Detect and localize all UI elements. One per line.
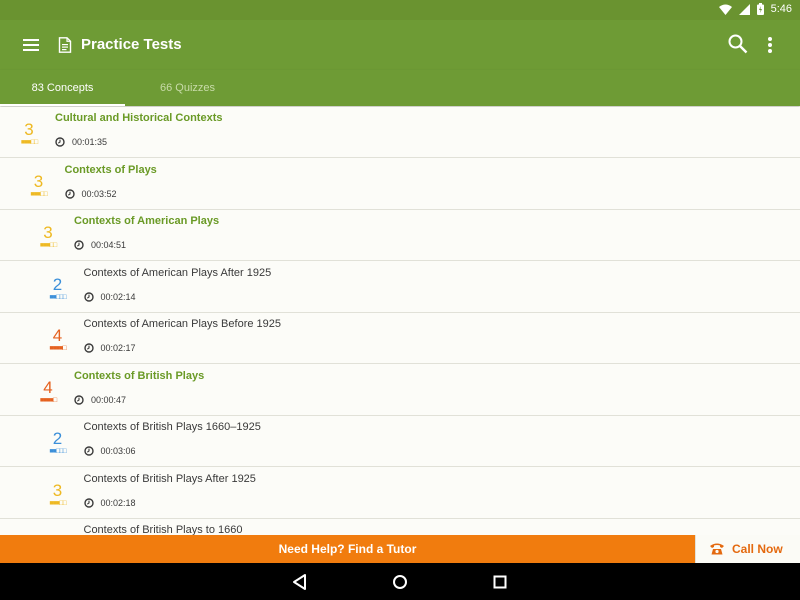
difficulty-indicator: 4 ■■■■□ [43, 327, 73, 352]
tab-concepts[interactable]: 83 Concepts [0, 70, 125, 106]
difficulty-indicator: 2 ■■□□□ [43, 276, 73, 301]
concept-row[interactable]: Contexts of British Plays to 1660 [0, 519, 800, 535]
concept-duration: 00:03:06 [83, 446, 136, 456]
call-now-button[interactable]: Call Now [695, 535, 800, 563]
phone-icon [710, 543, 724, 555]
concept-duration: 00:02:17 [83, 343, 136, 353]
difficulty-dots: ■■■□□ [30, 191, 47, 198]
more-options-button[interactable] [764, 34, 776, 61]
clock-icon [83, 292, 94, 302]
duration-text: 00:02:17 [100, 343, 136, 353]
status-icons: 5:46 [718, 3, 792, 15]
concept-row[interactable]: 2 ■■□□□ Contexts of American Plays After 1… [0, 262, 800, 313]
more-vert-icon [768, 37, 772, 53]
concept-title: Contexts of Plays [64, 164, 157, 176]
difficulty-dots: ■■■□□ [39, 242, 57, 249]
concept-duration: 00:02:18 [83, 498, 136, 508]
concept-duration: 00:01:35 [55, 137, 107, 147]
recents-button[interactable] [490, 572, 510, 592]
concept-list[interactable]: 3 ■■■□□ Cultural and Historical Contexts 00… [0, 107, 800, 535]
difficulty-dots: ■■■■□ [39, 397, 57, 404]
tab-quizzes[interactable]: 66 Quizzes [125, 70, 250, 106]
tab-bar: 83 Concepts 66 Quizzes [0, 70, 800, 106]
concept-duration: 00:02:14 [83, 292, 136, 302]
document-icon [58, 37, 72, 53]
clock-icon [74, 395, 84, 405]
difficulty-dots: ■■□□□ [49, 294, 66, 301]
clock-icon [64, 189, 75, 199]
duration-text: 00:02:18 [100, 498, 136, 508]
duration-text: 00:00:47 [91, 395, 127, 405]
concept-title: Contexts of British Plays [74, 370, 205, 382]
difficulty-level: 3 [33, 172, 44, 191]
difficulty-dots: ■■□□□ [49, 448, 66, 455]
difficulty-indicator: 3 ■■■□□ [33, 224, 63, 249]
clock-icon [83, 343, 94, 353]
home-icon [393, 575, 407, 589]
status-time: 5:46 [770, 3, 792, 15]
page-title: Practice Tests [81, 36, 182, 53]
back-button[interactable] [290, 572, 310, 592]
navigation-bar [0, 563, 800, 600]
menu-icon [23, 39, 39, 51]
difficulty-indicator: 3 ■■■□□ [14, 121, 44, 146]
back-icon [293, 574, 306, 590]
duration-text: 00:03:06 [100, 446, 136, 456]
concept-title: Contexts of British Plays 1660–1925 [83, 421, 261, 433]
difficulty-dots: ■■■□□ [49, 500, 66, 507]
battery-icon [756, 3, 764, 15]
tab-indicator [0, 104, 125, 106]
search-button[interactable] [727, 33, 749, 60]
difficulty-dots: ■■■■□ [49, 345, 66, 352]
wifi-icon [718, 4, 732, 15]
concept-duration: 00:00:47 [74, 395, 126, 405]
search-icon [728, 34, 748, 54]
difficulty-level: 2 [52, 429, 63, 448]
clock-icon [74, 240, 84, 250]
concept-row[interactable]: 3 ■■■□□ Contexts of Plays 00:03:52 [0, 159, 800, 210]
duration-text: 00:01:35 [72, 137, 108, 147]
find-tutor-button[interactable]: Need Help? Find a Tutor [0, 535, 695, 563]
concept-title: Contexts of American Plays After 1925 [83, 267, 272, 279]
difficulty-level: 4 [52, 326, 63, 345]
difficulty-indicator: 4 ■■■■□ [33, 379, 63, 404]
concept-title: Cultural and Historical Contexts [55, 112, 223, 124]
menu-button[interactable] [20, 34, 42, 56]
concept-duration: 00:04:51 [74, 240, 126, 250]
difficulty-level: 3 [24, 120, 34, 139]
difficulty-level: 4 [43, 378, 53, 397]
difficulty-level: 3 [52, 481, 63, 500]
call-now-label: Call Now [732, 542, 783, 556]
cell-signal-icon [738, 3, 750, 15]
difficulty-indicator: 2 ■■□□□ [43, 430, 73, 455]
concept-duration: 00:03:52 [64, 189, 117, 199]
difficulty-level: 2 [52, 275, 63, 294]
difficulty-dots: ■■■□□ [20, 139, 38, 146]
home-button[interactable] [390, 572, 410, 592]
duration-text: 00:04:51 [91, 240, 127, 250]
clock-icon [83, 446, 94, 456]
status-bar: 5:46 [0, 0, 800, 20]
concept-row[interactable]: 3 ■■■□□ Contexts of British Plays After 19… [0, 468, 800, 519]
difficulty-indicator: 3 ■■■□□ [24, 173, 54, 198]
concept-title: Contexts of British Plays After 1925 [83, 473, 256, 485]
app-bar: Practice Tests [0, 20, 800, 70]
difficulty-indicator: 3 ■■■□□ [43, 482, 73, 507]
duration-text: 00:03:52 [81, 189, 117, 199]
clock-icon [83, 498, 94, 508]
concept-title: Contexts of American Plays Before 1925 [83, 318, 282, 330]
concept-title: Contexts of American Plays [74, 215, 220, 227]
concept-row[interactable]: 4 ■■■■□ Contexts of American Plays Before … [0, 313, 800, 364]
help-bar: Need Help? Find a Tutor Call Now [0, 535, 800, 563]
concept-row[interactable]: 2 ■■□□□ Contexts of British Plays 1660–192… [0, 416, 800, 467]
concept-title: Contexts of British Plays to 1660 [83, 524, 243, 535]
difficulty-level: 3 [43, 223, 53, 242]
duration-text: 00:02:14 [100, 292, 136, 302]
concept-row[interactable]: 3 ■■■□□ Cultural and Historical Contexts 00… [0, 107, 800, 158]
recents-icon [493, 575, 507, 589]
clock-icon [55, 137, 65, 147]
concept-row[interactable]: 3 ■■■□□ Contexts of American Plays 00:04:51 [0, 210, 800, 261]
concept-row[interactable]: 4 ■■■■□ Contexts of British Plays 00:00:47 [0, 365, 800, 416]
